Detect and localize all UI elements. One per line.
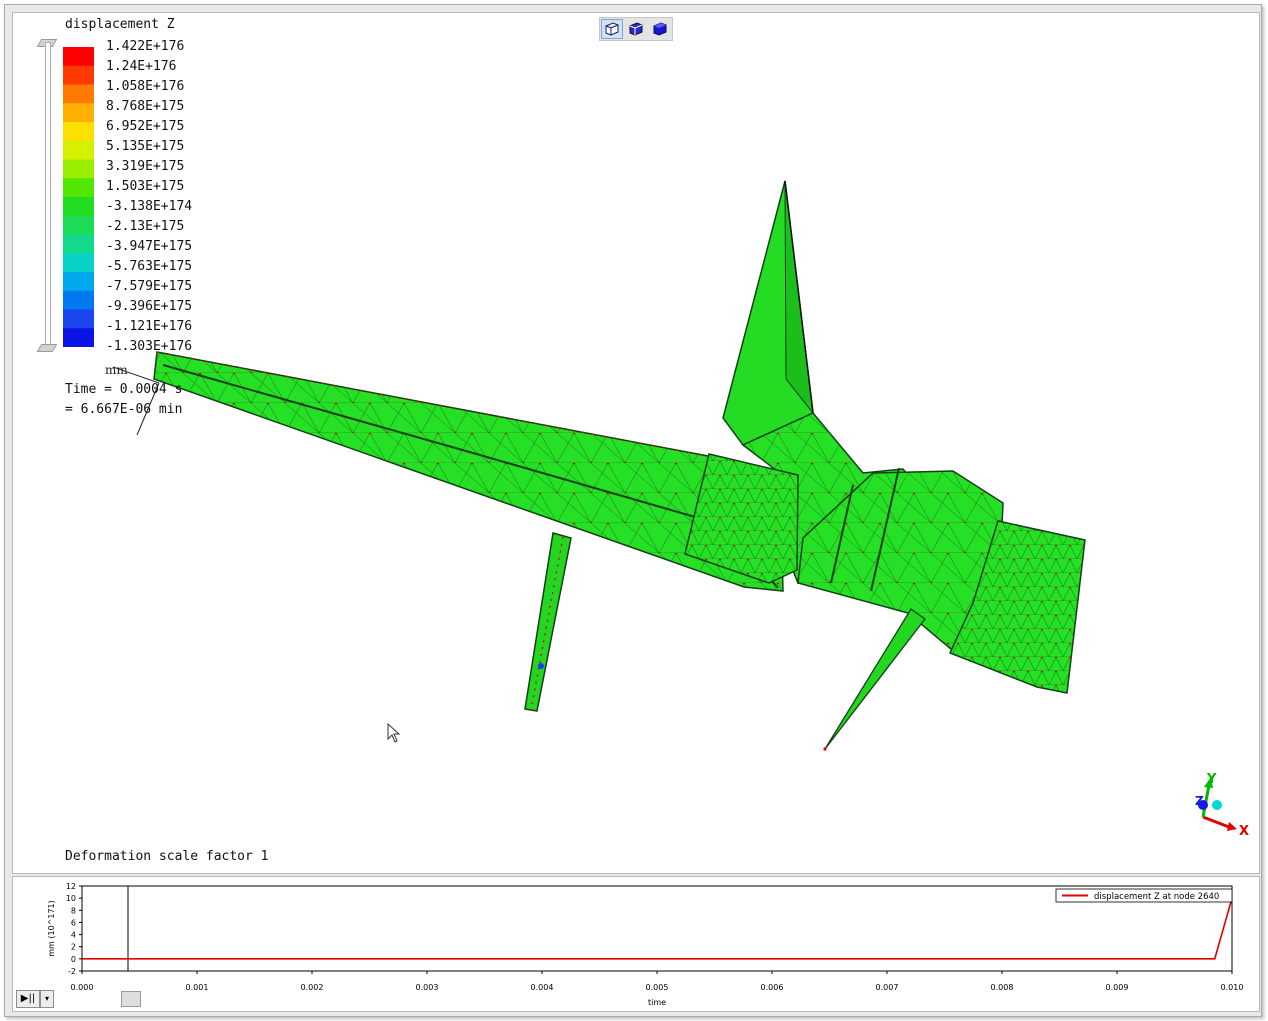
y-axis-label: Y: [1206, 772, 1217, 787]
time-minutes-label: = 6.667E-06 min: [65, 402, 183, 417]
history-plot-panel: [12, 876, 1260, 1012]
legend-color-band: [63, 309, 94, 329]
axis-triad: X Y Z: [1195, 772, 1249, 835]
legend-color-band: [63, 159, 94, 179]
shaded-cube-icon: [629, 22, 643, 36]
legend-value: -1.121E+176: [106, 319, 193, 334]
time-seconds-label: Time = 0.0004 s: [65, 382, 183, 397]
legend-color-band: [63, 215, 94, 235]
legend-color-band: [63, 290, 94, 310]
wireframe-cube-icon: [605, 22, 619, 36]
legend-value: -5.763E+175: [106, 259, 193, 274]
legend-value: 1.422E+176: [106, 39, 185, 54]
legend-value: -3.138E+174: [106, 199, 193, 214]
legend-color-band: [63, 328, 94, 347]
legend-values: 1.422E+176 1.24E+176 1.058E+176 8.768E+175 6…: [106, 37, 192, 357]
legend-color-band: [63, 253, 94, 273]
3d-viewport[interactable]: displacement Z 1.422E+176 1.24E+176 1.058E…: [12, 12, 1260, 874]
legend-value: 3.319E+175: [106, 159, 185, 174]
legend-color-band: [63, 234, 94, 254]
color-scale-bar: [63, 47, 94, 347]
legend-value: -9.396E+175: [106, 299, 193, 314]
legend-value: 8.768E+175: [106, 99, 185, 114]
legend-value: -7.579E+175: [106, 279, 193, 294]
legend-value: 6.952E+175: [106, 119, 185, 134]
legend-value: -1.303E+176: [106, 339, 193, 354]
legend-value: 1.058E+176: [106, 79, 185, 94]
legend-color-band: [63, 122, 94, 142]
legend-range-slider[interactable]: [45, 42, 51, 349]
deformation-scale-label: Deformation scale factor 1: [65, 849, 269, 864]
wireframe-view-button[interactable]: [601, 19, 623, 39]
legend-color-band: [63, 103, 94, 123]
shaded-view-button[interactable]: [625, 19, 647, 39]
legend-color-band: [63, 272, 94, 292]
legend-color-band: [63, 47, 94, 67]
legend-value: 1.503E+175: [106, 179, 185, 194]
playback-dropdown-button[interactable]: ▾: [40, 990, 54, 1008]
deformed-mesh-model[interactable]: [13, 13, 1259, 873]
mouse-cursor-icon: [387, 723, 401, 743]
legend-color-band: [63, 84, 94, 104]
play-pause-button[interactable]: ▶||: [16, 990, 40, 1008]
solid-view-button[interactable]: [649, 19, 671, 39]
legend-value: 5.135E+175: [106, 139, 185, 154]
legend-value: 1.24E+176: [106, 59, 177, 74]
legend-color-band: [63, 178, 94, 198]
solid-cube-icon: [653, 22, 667, 36]
x-axis-label: X: [1239, 824, 1249, 835]
view-mode-toolbar: [599, 17, 673, 41]
legend-color-band: [63, 197, 94, 217]
legend-value: -3.947E+175: [106, 239, 193, 254]
legend-color-band: [63, 65, 94, 85]
legend-value: -2.13E+175: [106, 219, 185, 234]
legend-title: displacement Z: [65, 17, 175, 32]
z-axis-label: Z: [1195, 794, 1204, 808]
time-slider-handle[interactable]: [121, 991, 141, 1007]
legend-color-band: [63, 140, 94, 160]
